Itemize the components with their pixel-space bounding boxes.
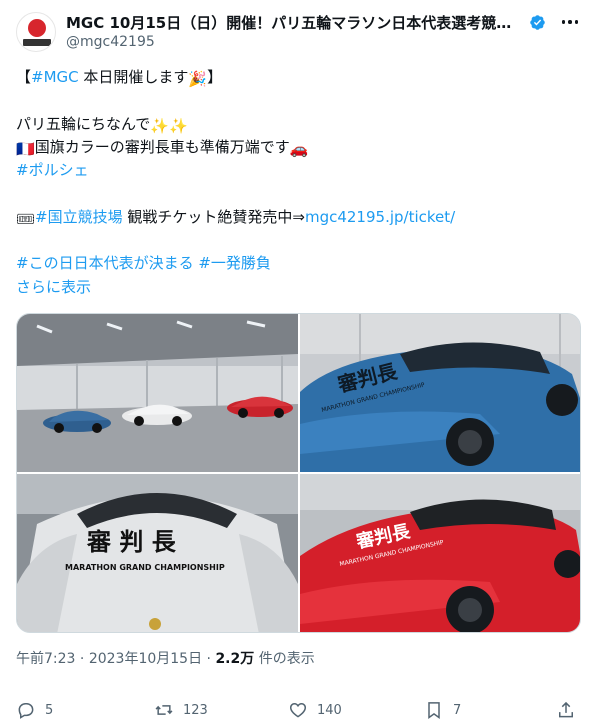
tweet-line-1: 【#MGC 本日開催します🎉】 <box>16 66 576 89</box>
bookmark-button[interactable]: 7 <box>424 700 461 720</box>
avatar[interactable] <box>16 12 56 52</box>
meta-separator-2: · <box>202 651 216 667</box>
bracket-close: 】 <box>207 68 223 86</box>
tweet-header: MGC 10月15日（日）開催！パリ五輪マラソン日本代表選考競技会… @mgc4… <box>0 0 592 60</box>
bracket-open: 【 <box>16 68 32 86</box>
tweet-time[interactable]: 午前7:23 <box>16 651 75 667</box>
more-options-icon[interactable] <box>556 10 584 34</box>
white-car-sub: MARATHON GRAND CHAMPIONSHIP <box>65 563 225 572</box>
bookmark-icon <box>428 702 440 719</box>
car-emoji-icon: 🚗 <box>289 139 309 158</box>
action-bar: 5 123 140 7 <box>0 696 592 728</box>
avatar-logo-sun <box>28 19 46 37</box>
tweet-date[interactable]: 2023年10月15日 <box>89 651 202 667</box>
view-label: 件の表示 <box>254 651 315 667</box>
line3-text: 国旗カラーの審判長車も準備万端です <box>34 137 290 156</box>
photo-white-car-hood[interactable]: 審 判 長 MARATHON GRAND CHAMPIONSHIP <box>17 474 298 632</box>
tweet-line-2: パリ五輪にちなんで✨✨ <box>16 113 576 136</box>
tweet-text: 【#MGC 本日開催します🎉】 パリ五輪にちなんで✨✨ 🇫🇷国旗カラーの審判長車… <box>16 66 576 299</box>
hashtag-decided-day[interactable]: #この日日本代表が決まる <box>16 254 194 272</box>
photo-blue-car[interactable]: 審判長 MARATHON GRAND CHAMPIONSHIP <box>300 314 580 472</box>
line5-text: 観戦チケット絶賛発売中⇒ <box>122 207 305 226</box>
like-count: 140 <box>317 702 342 718</box>
line1-text: 本日開催します <box>78 68 189 86</box>
show-more-link[interactable]: さらに表示 <box>16 278 91 296</box>
repost-icon <box>155 705 173 715</box>
ticket-emoji-icon: 🎟 <box>16 209 36 228</box>
photo-garage-three-cars[interactable] <box>17 314 298 472</box>
display-name[interactable]: MGC 10月15日（日）開催！パリ五輪マラソン日本代表選考競技会… <box>66 12 525 33</box>
photo-red-car[interactable]: 審判長 MARATHON GRAND CHAMPIONSHIP <box>300 474 580 632</box>
tweet-meta: 午前7:23 · 2023年10月15日 · 2.2万 件の表示 <box>16 648 315 668</box>
author-name-line: MGC 10月15日（日）開催！パリ五輪マラソン日本代表選考競技会… <box>66 11 546 33</box>
bookmark-count: 7 <box>453 702 462 718</box>
share-button[interactable] <box>556 700 576 720</box>
hashtag-one-shot[interactable]: #一発勝負 <box>198 254 271 272</box>
meta-separator: · <box>75 651 89 667</box>
view-count: 2.2万 <box>215 651 255 667</box>
author-handle[interactable]: @mgc42195 <box>66 34 155 50</box>
tweet-line-5: 🎟#国立競技場 観戦チケット絶賛発売中⇒mgc42195.jp/ticket/ <box>16 206 576 229</box>
media-grid: 審判長 MARATHON GRAND CHAMPIONSHIP 審 判 長 MA… <box>16 313 581 633</box>
repost-button[interactable]: 123 <box>154 700 208 720</box>
ticket-link[interactable]: mgc42195.jp/ticket/ <box>305 208 455 226</box>
hashtag-national-stadium[interactable]: #国立競技場 <box>35 208 123 226</box>
share-icon <box>559 701 573 718</box>
france-flag-emoji-icon: 🇫🇷 <box>16 139 35 158</box>
verified-badge-icon <box>530 14 545 30</box>
reply-count: 5 <box>45 702 54 718</box>
reply-icon <box>18 703 34 719</box>
tweet-line-4: #ポルシェ <box>16 159 576 182</box>
reply-button[interactable]: 5 <box>16 700 53 720</box>
white-car-sign: 審 判 長 <box>86 528 177 556</box>
like-button[interactable]: 140 <box>288 700 342 720</box>
line2-text: パリ五輪にちなんで <box>16 114 151 133</box>
avatar-logo-mark <box>23 39 51 46</box>
hashtag-mgc[interactable]: #MGC <box>31 68 79 86</box>
tweet-line-3: 🇫🇷国旗カラーの審判長車も準備万端です🚗 <box>16 136 576 159</box>
sparkles-emoji-icon: ✨✨ <box>150 116 188 135</box>
party-popper-emoji-icon: 🎉 <box>188 70 208 88</box>
hashtag-porsche[interactable]: #ポルシェ <box>16 161 89 179</box>
heart-icon <box>289 702 307 718</box>
show-more-line: さらに表示 <box>16 276 576 299</box>
repost-count: 123 <box>183 702 208 718</box>
tweet-line-6: #この日日本代表が決まる #一発勝負 <box>16 252 576 275</box>
